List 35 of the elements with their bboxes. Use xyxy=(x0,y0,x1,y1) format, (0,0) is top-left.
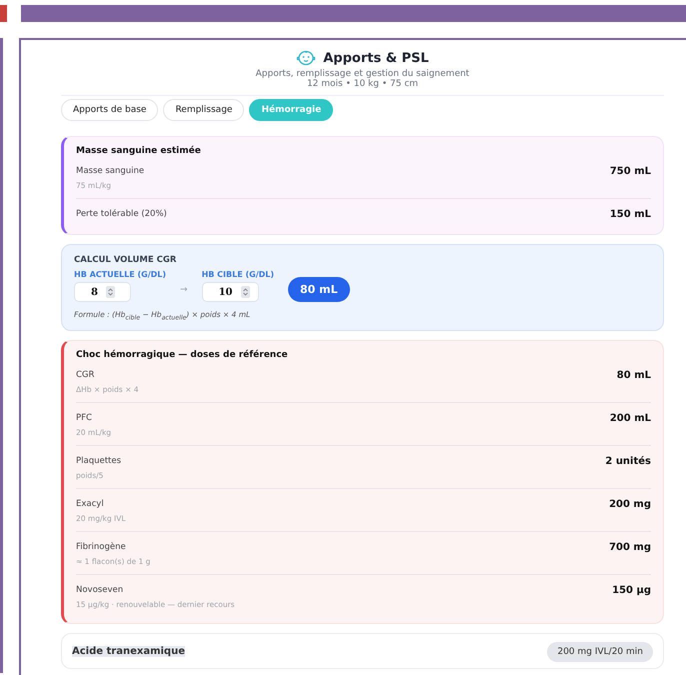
row-label: CGR xyxy=(76,370,96,380)
section-title: CALCUL VOLUME CGR xyxy=(74,255,178,265)
page-subtitle: Apports, remplissage et gestion du saignement xyxy=(256,69,470,79)
row-value: 150 mL xyxy=(610,209,651,220)
field-label: HB CIBLE (G/DL) xyxy=(202,270,274,279)
tab[interactable]: Apports de base xyxy=(61,99,158,121)
arrow-icon: → xyxy=(180,285,188,302)
result-badge: 80 mL xyxy=(288,277,350,302)
spinner-icon[interactable] xyxy=(106,286,115,298)
section-title: Choc hémorragique — doses de référence xyxy=(76,350,289,360)
tab[interactable]: Remplissage xyxy=(163,99,244,121)
row-value: 700 mg xyxy=(609,542,651,552)
row-label: Masse sanguine xyxy=(76,166,144,176)
spinner-icon[interactable] xyxy=(240,286,250,298)
row-label: PFC xyxy=(76,412,93,422)
row-label: Novoseven xyxy=(76,584,124,594)
row-value: 200 mg xyxy=(609,498,651,510)
field-label: HB ACTUELLE (G/DL) xyxy=(74,270,166,279)
drug-name: Acide tranexamique xyxy=(72,646,185,657)
number-field[interactable]: 10 xyxy=(202,282,259,302)
row-value: 200 mL xyxy=(610,412,651,424)
section-title: Masse sanguine estimée xyxy=(76,146,202,156)
row-label: Perte tolérable (20%) xyxy=(76,209,167,219)
row-label: Exacyl xyxy=(76,498,105,508)
page-title: Apports & PSL xyxy=(323,50,429,66)
row-label: Plaquettes xyxy=(76,456,122,466)
row-label: Fibrinogène xyxy=(76,542,127,552)
baby-face-icon xyxy=(296,50,316,66)
row-value: 80 mL xyxy=(616,370,651,380)
patient-info: 12 mois • 10 kg • 75 cm xyxy=(306,79,418,89)
row-value: 750 mL xyxy=(610,166,651,177)
number-field[interactable]: 8 xyxy=(74,282,131,302)
row-value: 150 µg xyxy=(612,584,651,596)
row-value: 2 unités xyxy=(605,456,651,466)
dose-badge: 200 mg IVL/20 min xyxy=(547,642,653,662)
